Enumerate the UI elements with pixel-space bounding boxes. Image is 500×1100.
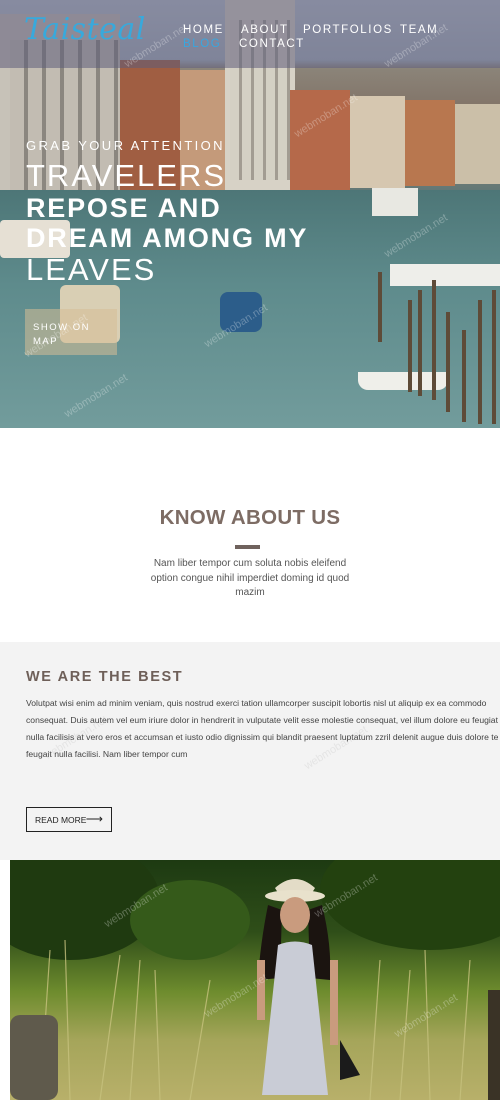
hero-title-line-1: TRAVELERS (26, 158, 227, 193)
nav-team[interactable]: TEAM (400, 24, 438, 36)
about-section: KNOW ABOUT US Nam liber tempor cum solut… (0, 428, 500, 642)
hero-headline: GRAB YOUR ATTENTION TRAVELERS REPOSE AND… (26, 138, 308, 287)
nav-home[interactable]: HOME (183, 24, 224, 36)
hero-title-line-2: REPOSE AND (26, 193, 222, 223)
about-title: KNOW ABOUT US (159, 506, 341, 529)
top-navbar: Taisteal HOME ABOUT PORTFOLIOS TEAM BLOG… (0, 0, 500, 68)
nav-portfolios[interactable]: PORTFOLIOS (303, 24, 393, 36)
nav-contact[interactable]: CONTACT (239, 38, 305, 50)
read-more-button[interactable]: READ MORE ⟶ (26, 807, 112, 832)
brand-logo[interactable]: Taisteal (24, 12, 146, 47)
about-text: Nam liber tempor cum soluta nobis eleife… (150, 558, 350, 598)
hero-banner: Taisteal HOME ABOUT PORTFOLIOS TEAM BLOG… (0, 0, 500, 428)
arrow-right-icon: ⟶ (85, 812, 103, 826)
best-title: WE ARE THE BEST (26, 669, 184, 685)
boat (220, 292, 262, 332)
hero-title-line-4: LEAVES (26, 252, 157, 287)
hero-title-line-3: DREAM AMONG MY (26, 223, 309, 253)
best-text: Volutpat wisi enim ad minim veniam, quis… (26, 698, 499, 759)
nav-about[interactable]: ABOUT (241, 24, 289, 36)
show-on-map-button[interactable]: SHOW ON MAP (25, 309, 117, 355)
read-more-label: READ MORE (35, 814, 87, 825)
hero-kicker: GRAB YOUR ATTENTION (26, 138, 225, 153)
title-divider (235, 545, 260, 549)
nav-blog[interactable]: BLOG (183, 38, 221, 50)
boat (390, 264, 500, 286)
boat (372, 188, 418, 216)
woman-in-field-image (10, 860, 500, 1100)
portrait-photo: webmoban.net webmoban.net webmoban.net w… (10, 860, 500, 1100)
we-are-best-section: WE ARE THE BEST Volutpat wisi enim ad mi… (0, 642, 500, 860)
